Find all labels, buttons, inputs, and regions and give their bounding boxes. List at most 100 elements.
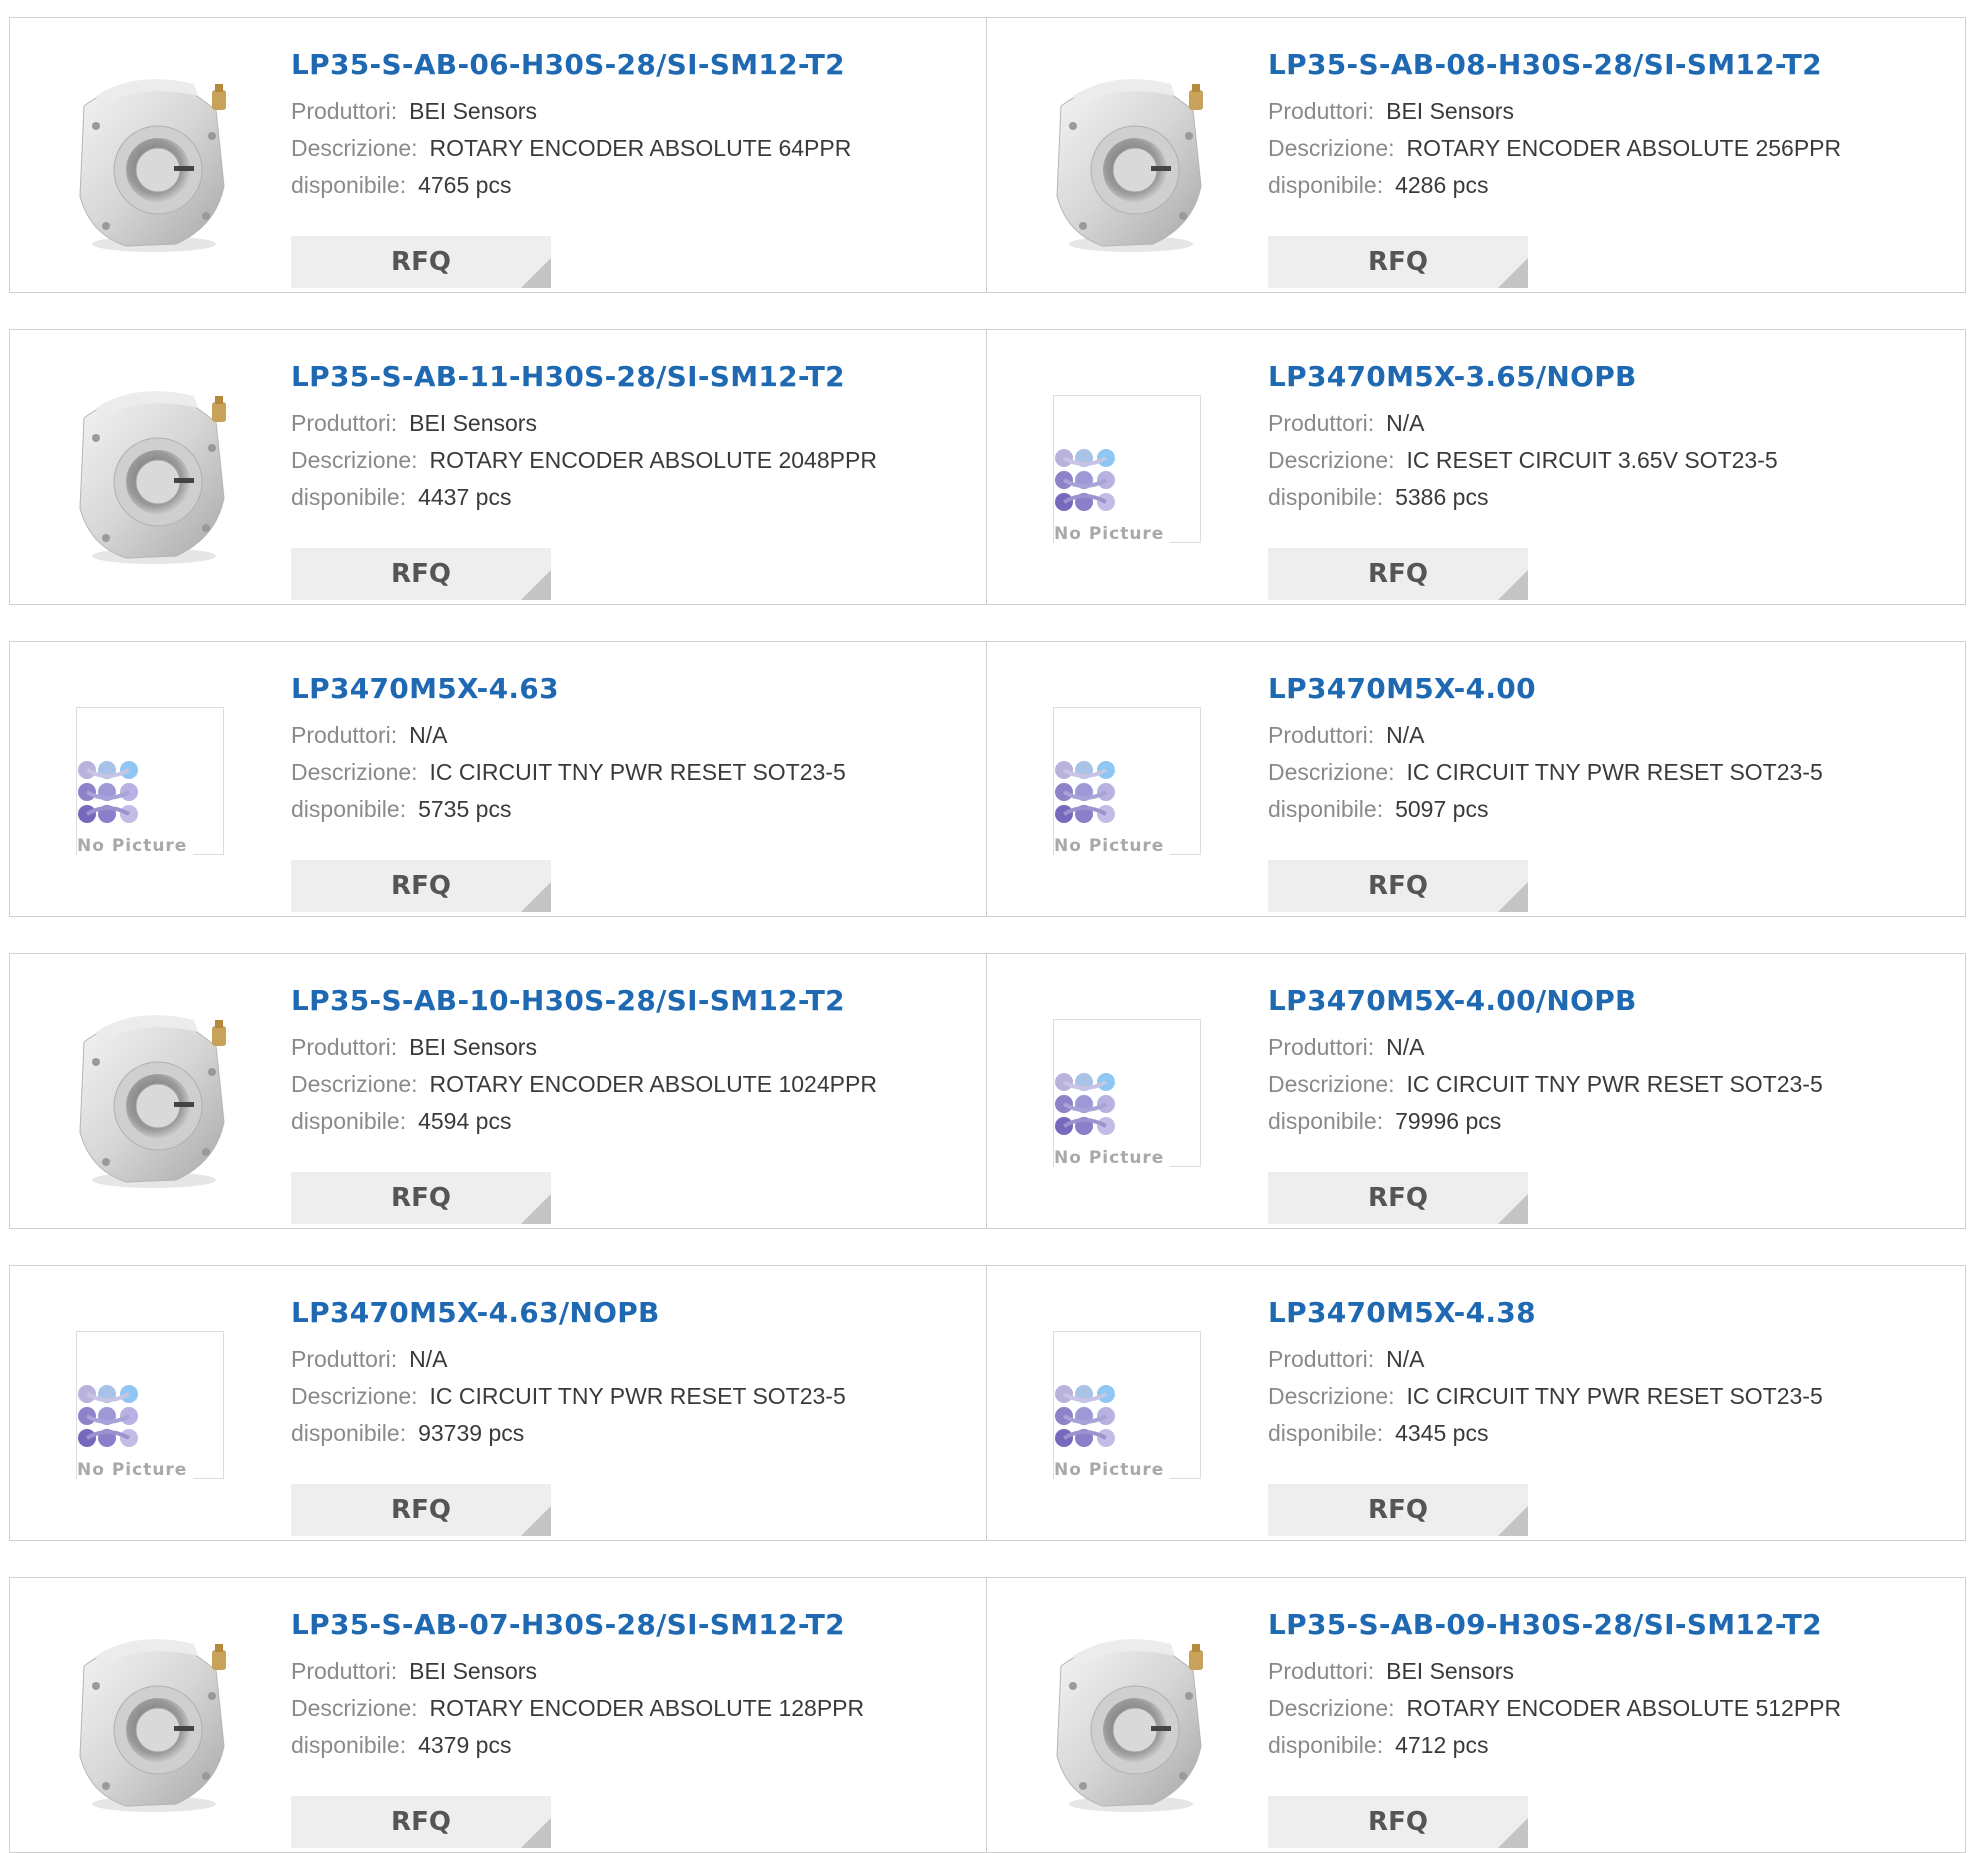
product-card: LP35-S-AB-09-H30S-28/SI-SM12-T2 Produttor… — [987, 1577, 1966, 1853]
product-title-link[interactable]: LP3470M5X-4.38 — [1268, 1296, 1948, 1330]
rfq-corner-icon — [1498, 882, 1528, 912]
rfq-button[interactable]: RFQ — [1268, 548, 1528, 600]
product-description-row: Descrizione: ROTARY ENCODER ABSOLUTE 1024… — [291, 1066, 971, 1103]
description-label: Descrizione: — [1268, 135, 1395, 161]
available-label: disponibile: — [291, 484, 407, 510]
product-info: LP35-S-AB-10-H30S-28/SI-SM12-T2 Produttor… — [291, 984, 971, 1224]
no-picture-label: No Picture — [77, 836, 194, 856]
product-card: No Picture LP3470M5X-4.00 Produttori: N/A De… — [987, 641, 1966, 917]
product-image[interactable] — [1043, 1626, 1213, 1816]
product-title-link[interactable]: LP3470M5X-3.65/NOPB — [1268, 360, 1948, 394]
available-value: 4286 pcs — [1395, 172, 1489, 198]
rfq-button[interactable]: RFQ — [291, 236, 551, 288]
product-description-row: Descrizione: IC RESET CIRCUIT 3.65V SOT23… — [1268, 442, 1948, 479]
manufacturer-value: N/A — [1386, 1034, 1425, 1060]
manufacturer-value: N/A — [1386, 1346, 1425, 1372]
manufacturer-value: BEI Sensors — [1386, 98, 1514, 124]
no-picture-placeholder: No Picture — [1053, 1019, 1201, 1168]
product-description-row: Descrizione: ROTARY ENCODER ABSOLUTE 64PP… — [291, 130, 971, 167]
available-label: disponibile: — [1268, 796, 1384, 822]
rfq-button[interactable]: RFQ — [1268, 236, 1528, 288]
product-available-row: disponibile: 4437 pcs — [291, 479, 971, 516]
manufacturer-label: Produttori: — [1268, 410, 1375, 436]
rfq-button-label: RFQ — [391, 247, 451, 277]
product-info: LP35-S-AB-07-H30S-28/SI-SM12-T2 Produttor… — [291, 1608, 971, 1848]
available-value: 4379 pcs — [418, 1732, 512, 1758]
manufacturer-value: N/A — [409, 722, 448, 748]
product-image[interactable] — [66, 66, 236, 256]
description-label: Descrizione: — [291, 1071, 418, 1097]
rfq-button[interactable]: RFQ — [1268, 1796, 1528, 1848]
product-title-link[interactable]: LP3470M5X-4.63/NOPB — [291, 1296, 971, 1330]
description-value: ROTARY ENCODER ABSOLUTE 64PPR — [429, 135, 852, 161]
product-available-row: disponibile: 4286 pcs — [1268, 167, 1948, 204]
product-title-link[interactable]: LP35-S-AB-09-H30S-28/SI-SM12-T2 — [1268, 1608, 1948, 1642]
no-picture-label: No Picture — [77, 1460, 194, 1480]
manufacturer-value: BEI Sensors — [409, 98, 537, 124]
description-value: IC RESET CIRCUIT 3.65V SOT23-5 — [1406, 447, 1778, 473]
product-image[interactable] — [66, 378, 236, 568]
product-title-link[interactable]: LP3470M5X-4.63 — [291, 672, 971, 706]
product-info: LP3470M5X-3.65/NOPB Produttori: N/A Descriz… — [1268, 360, 1948, 600]
rfq-button-label: RFQ — [1368, 1807, 1428, 1837]
product-available-row: disponibile: 4712 pcs — [1268, 1727, 1948, 1764]
product-info: LP3470M5X-4.63/NOPB Produttori: N/A Descriz… — [291, 1296, 971, 1536]
rfq-corner-icon — [521, 1194, 551, 1224]
product-manufacturer-row: Produttori: N/A — [1268, 1029, 1948, 1066]
product-manufacturer-row: Produttori: N/A — [1268, 1341, 1948, 1378]
rfq-button[interactable]: RFQ — [1268, 1484, 1528, 1536]
available-value: 5735 pcs — [418, 796, 512, 822]
product-manufacturer-row: Produttori: BEI Sensors — [291, 93, 971, 130]
product-description-row: Descrizione: ROTARY ENCODER ABSOLUTE 2048… — [291, 442, 971, 479]
placeholder-logo-icon — [1054, 1072, 1122, 1145]
manufacturer-value: N/A — [1386, 722, 1425, 748]
available-value: 4437 pcs — [418, 484, 512, 510]
product-title-link[interactable]: LP35-S-AB-06-H30S-28/SI-SM12-T2 — [291, 48, 971, 82]
product-available-row: disponibile: 4594 pcs — [291, 1103, 971, 1140]
rfq-button[interactable]: RFQ — [291, 860, 551, 912]
product-title-link[interactable]: LP35-S-AB-08-H30S-28/SI-SM12-T2 — [1268, 48, 1948, 82]
description-value: IC CIRCUIT TNY PWR RESET SOT23-5 — [1406, 1383, 1823, 1409]
no-picture-placeholder: No Picture — [1053, 707, 1201, 856]
available-value: 79996 pcs — [1395, 1108, 1502, 1134]
product-title-link[interactable]: LP35-S-AB-07-H30S-28/SI-SM12-T2 — [291, 1608, 971, 1642]
description-label: Descrizione: — [1268, 1695, 1395, 1721]
rfq-button[interactable]: RFQ — [291, 1172, 551, 1224]
rfq-button[interactable]: RFQ — [1268, 860, 1528, 912]
product-title-link[interactable]: LP3470M5X-4.00 — [1268, 672, 1948, 706]
description-value: ROTARY ENCODER ABSOLUTE 256PPR — [1406, 135, 1842, 161]
manufacturer-label: Produttori: — [291, 1034, 398, 1060]
manufacturer-value: N/A — [409, 1346, 448, 1372]
product-image[interactable] — [1043, 66, 1213, 256]
available-value: 4712 pcs — [1395, 1732, 1489, 1758]
rfq-button[interactable]: RFQ — [1268, 1172, 1528, 1224]
rfq-button[interactable]: RFQ — [291, 1484, 551, 1536]
product-card: No Picture LP3470M5X-4.00/NOPB Produttori:… — [987, 953, 1966, 1229]
product-grid: LP35-S-AB-06-H30S-28/SI-SM12-T2 Produttor… — [9, 17, 1966, 1853]
no-picture-label: No Picture — [1054, 836, 1171, 856]
product-image[interactable] — [66, 1626, 236, 1816]
no-picture-label: No Picture — [1054, 1148, 1171, 1168]
placeholder-logo-icon — [77, 760, 145, 833]
rfq-corner-icon — [521, 570, 551, 600]
rfq-button[interactable]: RFQ — [291, 1796, 551, 1848]
available-label: disponibile: — [1268, 1732, 1384, 1758]
rfq-button-label: RFQ — [1368, 559, 1428, 589]
available-label: disponibile: — [291, 796, 407, 822]
manufacturer-label: Produttori: — [1268, 1346, 1375, 1372]
product-title-link[interactable]: LP3470M5X-4.00/NOPB — [1268, 984, 1948, 1018]
rfq-button[interactable]: RFQ — [291, 548, 551, 600]
manufacturer-label: Produttori: — [1268, 1034, 1375, 1060]
rfq-corner-icon — [1498, 1818, 1528, 1848]
placeholder-logo-icon — [77, 1384, 145, 1457]
product-title-link[interactable]: LP35-S-AB-10-H30S-28/SI-SM12-T2 — [291, 984, 971, 1018]
product-title-link[interactable]: LP35-S-AB-11-H30S-28/SI-SM12-T2 — [291, 360, 971, 394]
description-value: ROTARY ENCODER ABSOLUTE 1024PPR — [429, 1071, 877, 1097]
product-available-row: disponibile: 4379 pcs — [291, 1727, 971, 1764]
rfq-corner-icon — [521, 1818, 551, 1848]
product-available-row: disponibile: 5735 pcs — [291, 791, 971, 828]
product-info: LP35-S-AB-06-H30S-28/SI-SM12-T2 Produttor… — [291, 48, 971, 288]
product-image[interactable] — [66, 1002, 236, 1192]
manufacturer-label: Produttori: — [291, 722, 398, 748]
description-label: Descrizione: — [1268, 1071, 1395, 1097]
